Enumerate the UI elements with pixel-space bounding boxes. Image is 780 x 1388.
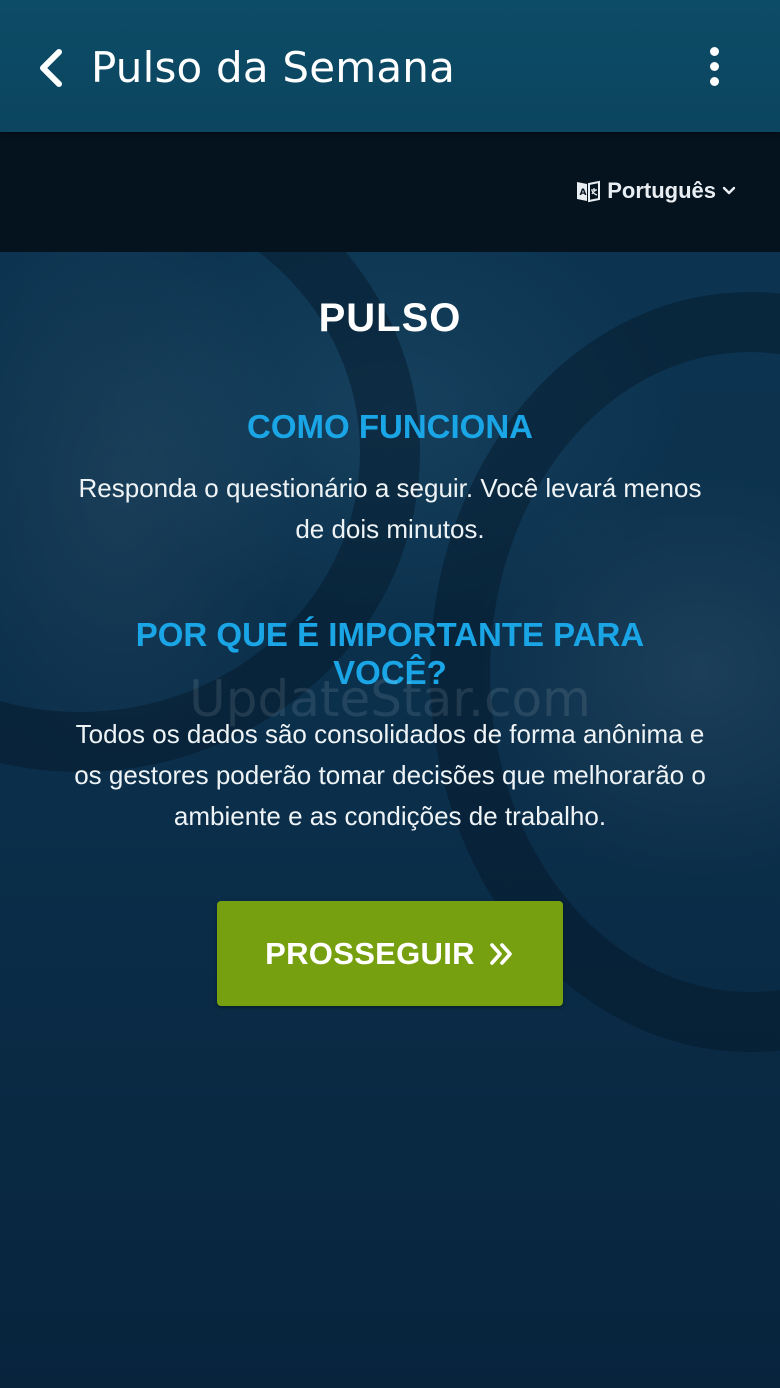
svg-text:A: A [580, 188, 587, 198]
double-chevron-right-icon [490, 942, 512, 965]
why-important-text: Todos os dados são consolidados de forma… [74, 719, 706, 831]
more-vert-icon [709, 46, 719, 56]
app-bar: Pulso da Semana [0, 0, 780, 132]
chevron-left-icon [40, 49, 62, 87]
how-it-works-heading: COMO FUNCIONA [247, 408, 533, 445]
more-options-button[interactable] [694, 38, 734, 94]
page-title: PULSO [318, 296, 462, 340]
proceed-button-label: PROSSEGUIR [265, 935, 475, 971]
language-label: Português [607, 178, 716, 203]
book-translate-icon: A [577, 180, 601, 203]
app-title: Pulso da Semana [91, 43, 456, 92]
content-area: PULSO COMO FUNCIONA Responda o questioná… [0, 252, 780, 1388]
language-selector[interactable]: A Português [575, 178, 736, 204]
back-button[interactable] [22, 38, 78, 98]
how-it-works-text: Responda o questionário a seguir. Você l… [78, 473, 702, 544]
why-important-heading: POR QUE É IMPORTANTE PARA VOCÊ? [135, 616, 645, 691]
language-bar: A Português [0, 132, 780, 252]
proceed-button[interactable]: PROSSEGUIR [217, 901, 563, 1006]
chevron-down-icon [722, 186, 736, 195]
